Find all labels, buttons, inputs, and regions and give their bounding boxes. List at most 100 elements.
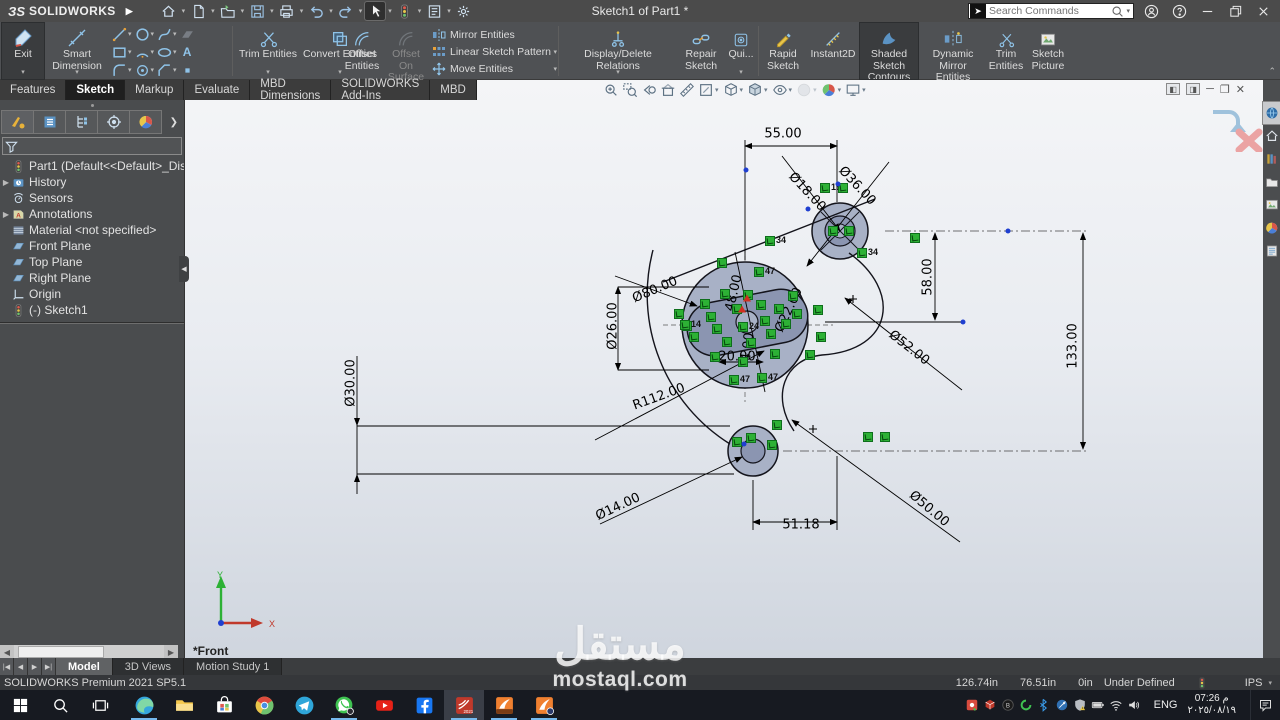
arc-tool[interactable]: ▾ (135, 45, 158, 60)
tree-item-sensors[interactable]: Sensors (0, 190, 184, 206)
open-document-caret[interactable]: ▾ (241, 7, 245, 15)
redo-button[interactable] (336, 2, 356, 20)
panel-expand-icon[interactable]: ❯ (170, 117, 178, 128)
relation-badge[interactable] (766, 329, 776, 339)
plane-tool[interactable] (180, 27, 195, 42)
next-tab-button[interactable]: ▶ (28, 658, 42, 675)
previous-tab-button[interactable]: ◀ (14, 658, 28, 675)
tab-mbd-dimensions[interactable]: MBD Dimensions (250, 80, 331, 100)
sketch-settings-button[interactable]: ▾ (698, 82, 720, 98)
exit-sketch-corner-icon[interactable] (1213, 112, 1246, 132)
line-tool[interactable]: ▾ (112, 27, 135, 42)
search-commands-box[interactable]: ➤ ▾ (968, 3, 1134, 19)
defender-warning-tray-button[interactable] (1073, 698, 1088, 713)
dimension-58.00[interactable]: 58.00 (921, 258, 936, 295)
move-entities-button[interactable]: Move Entities ▾ (430, 60, 558, 78)
mirror-entities-button[interactable]: Mirror Entities (430, 26, 558, 44)
shaded-sketch-contours-button[interactable]: Shaded Sketch Contours (860, 23, 918, 79)
relation-badge[interactable] (792, 309, 802, 319)
point-tool[interactable]: ▾ (135, 63, 158, 78)
ribbon-collapse-icon[interactable]: ⌃ (1268, 66, 1276, 77)
doc-tab-motion-study-1[interactable]: Motion Study 1 (184, 658, 282, 675)
relation-badge[interactable] (770, 349, 780, 359)
sketch-viewport[interactable]: 55.00Ø18.00Ø36.0058.00133.00Ø80.00Ø26.00… (185, 100, 1263, 661)
tree-filter-box[interactable] (2, 137, 182, 155)
featuremanager-tab[interactable] (2, 111, 33, 133)
tray-cube-red-tray-button[interactable] (983, 698, 998, 713)
chrome-taskbar-button[interactable] (244, 690, 284, 720)
search-input[interactable] (989, 5, 1111, 17)
edit-appearance-caret[interactable]: ▾ (813, 86, 817, 94)
home-pane-button[interactable] (1263, 125, 1280, 147)
offset-entities-button[interactable]: Offset Entities (342, 23, 382, 79)
exit-sketch-button[interactable]: Exit Sketch ▾ (2, 23, 44, 79)
relation-badge[interactable] (712, 324, 722, 334)
linear-sketch-pattern-button[interactable]: Linear Sketch Pattern ▾ (430, 43, 558, 61)
new-document-button[interactable] (188, 2, 208, 20)
relation-badge[interactable]: 47 (754, 267, 764, 277)
relation-badge[interactable] (760, 316, 770, 326)
tab-markup[interactable]: Markup (125, 80, 184, 100)
undo-caret[interactable]: ▾ (329, 7, 333, 15)
display-delete-relations-button[interactable]: Display/Delete Relations ▾ (562, 23, 674, 79)
open-document-button[interactable] (218, 2, 238, 20)
language-indicator[interactable]: ENG (1154, 699, 1178, 711)
tab-sketch[interactable]: Sketch (66, 80, 125, 100)
relation-badge[interactable] (816, 332, 826, 342)
smart-dimension-caret[interactable]: ▾ (46, 67, 108, 79)
configurationmanager-tab[interactable] (66, 111, 97, 133)
relation-badge[interactable]: 34 (857, 248, 867, 258)
sketch-point[interactable] (806, 207, 811, 212)
previous-view-button[interactable] (641, 82, 657, 98)
relation-badge[interactable] (746, 338, 756, 348)
custom-properties-button[interactable] (1263, 240, 1280, 262)
search-taskbar-button[interactable] (40, 690, 80, 720)
scrollbar-thumb[interactable] (18, 646, 104, 658)
file-explorer-taskbar-button[interactable] (164, 690, 204, 720)
hide-show-items-caret[interactable]: ▾ (789, 86, 793, 94)
relation-badge[interactable] (746, 433, 756, 443)
search-icon[interactable] (1111, 5, 1124, 18)
graphics-area[interactable]: ▾▾▾▾▾▾▾ ◧ ◨ ─ ❐ ✕ (185, 80, 1263, 661)
tab-evaluate[interactable]: Evaluate (184, 80, 250, 100)
user-account-button[interactable] (1138, 1, 1164, 21)
instant2d-button[interactable]: Instant2D (807, 23, 859, 79)
wifi-tray-button[interactable] (1109, 698, 1124, 713)
sketch-point[interactable] (742, 442, 747, 447)
linear-sketch-pattern-caret[interactable]: ▾ (553, 48, 557, 56)
units-selector[interactable]: IPS ▾ (1245, 677, 1272, 689)
relation-badge[interactable] (756, 300, 766, 310)
doc-tab-model[interactable]: Model (56, 658, 113, 675)
tree-root-item[interactable]: Part1 (Default<<Default>_Display S (0, 158, 184, 174)
doc-next-window-icon[interactable]: ◨ (1186, 83, 1200, 95)
relation-badge[interactable] (772, 420, 782, 430)
tab-features[interactable]: Features (0, 80, 66, 100)
search-options-caret[interactable]: ▾ (1126, 7, 1130, 15)
tab-solidworks-add-ins[interactable]: SOLIDWORKS Add-Ins (331, 80, 430, 100)
exit-sketch-caret[interactable]: ▾ (2, 67, 44, 79)
measure-button[interactable] (679, 82, 695, 98)
solidworks-resources-button[interactable] (1263, 102, 1280, 124)
tree-item-origin[interactable]: Origin (0, 286, 184, 302)
tree-item-front-plane[interactable]: Front Plane (0, 238, 184, 254)
dimxpertmanager-tab[interactable] (98, 111, 129, 133)
sketch-point[interactable] (961, 320, 966, 325)
relation-badge[interactable]: 47 (729, 375, 739, 385)
quick-snaps-button[interactable]: Qui... ▾ (726, 23, 756, 79)
sketch-picture-button[interactable]: Sketch Picture (1027, 23, 1069, 79)
home-caret[interactable]: ▾ (182, 7, 186, 15)
tree-item-right-plane[interactable]: Right Plane (0, 270, 184, 286)
rebuild-button[interactable] (395, 2, 415, 20)
doc-minimize-icon[interactable]: ─ (1206, 83, 1214, 95)
microsoft-store-taskbar-button[interactable] (204, 690, 244, 720)
foxit-reader-taskbar-button[interactable] (484, 690, 524, 720)
apply-scene-caret[interactable]: ▾ (838, 86, 842, 94)
relation-badge[interactable] (706, 312, 716, 322)
relation-badge[interactable] (710, 352, 720, 362)
relation-badge[interactable] (805, 350, 815, 360)
undo-button[interactable] (306, 2, 326, 20)
edit-appearance-button[interactable]: ▾ (796, 82, 818, 98)
sketch-settings-caret[interactable]: ▾ (715, 86, 719, 94)
select-cursor-caret[interactable]: ▾ (388, 7, 392, 15)
notification-center-button[interactable] (1250, 690, 1280, 720)
